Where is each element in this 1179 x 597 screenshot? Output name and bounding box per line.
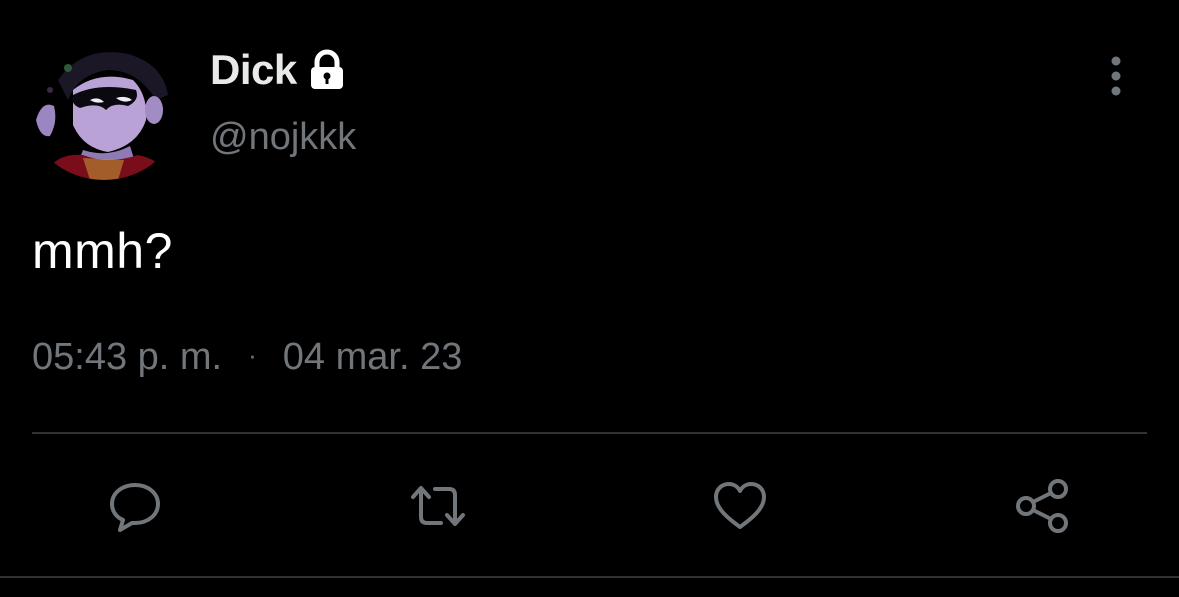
like-button[interactable] bbox=[710, 476, 770, 536]
user-handle[interactable]: @nojkkk bbox=[210, 116, 356, 159]
share-icon bbox=[1016, 479, 1068, 533]
divider-bottom bbox=[0, 576, 1179, 578]
display-name[interactable]: Dick bbox=[210, 46, 297, 94]
retweet-icon bbox=[411, 486, 465, 526]
reply-button[interactable] bbox=[105, 476, 165, 536]
divider bbox=[32, 432, 1147, 434]
lock-icon bbox=[305, 48, 349, 92]
reply-icon bbox=[110, 483, 160, 532]
tweet-time[interactable]: 05:43 p. m. bbox=[32, 336, 222, 379]
avatar[interactable] bbox=[28, 40, 180, 180]
author-name-row: Dick bbox=[210, 44, 349, 96]
share-button[interactable] bbox=[1013, 476, 1073, 536]
more-options-button[interactable] bbox=[1096, 54, 1136, 98]
retweet-button[interactable] bbox=[408, 476, 468, 536]
tweet-meta: 05:43 p. m. · 04 mar. 23 bbox=[32, 336, 462, 379]
more-vertical-icon bbox=[1111, 56, 1121, 96]
avatar-image bbox=[28, 40, 180, 180]
tweet-text: mmh? bbox=[32, 223, 173, 279]
meta-separator: · bbox=[248, 340, 257, 370]
tweet-date[interactable]: 04 mar. 23 bbox=[283, 336, 463, 379]
heart-icon bbox=[714, 482, 766, 529]
